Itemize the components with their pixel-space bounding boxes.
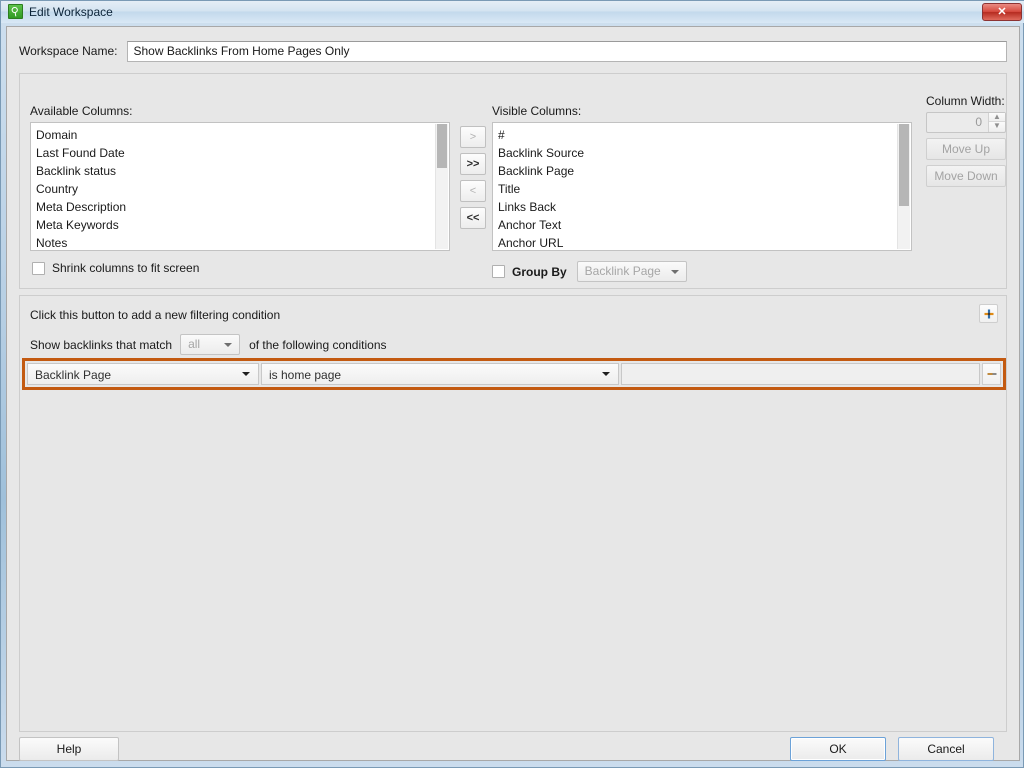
condition-field-value: Backlink Page [35, 368, 112, 382]
edit-workspace-window: ⚲ Edit Workspace ✕ Workspace Name: Avail… [0, 0, 1024, 768]
minus-icon [987, 373, 996, 375]
available-columns-label: Available Columns: [30, 104, 133, 118]
chevron-down-icon [670, 269, 679, 274]
move-right-one-button[interactable]: > [460, 126, 486, 148]
list-item[interactable]: Anchor Text [497, 216, 584, 234]
list-item[interactable]: Meta Keywords [35, 216, 126, 234]
column-width-value: 0 [975, 115, 982, 129]
list-item[interactable]: Title [497, 180, 584, 198]
match-mode-row: Show backlinks that match all of the fol… [30, 334, 387, 355]
add-condition-hint: Click this button to add a new filtering… [30, 308, 281, 322]
match-prefix-label: Show backlinks that match [30, 337, 173, 352]
visible-columns-list[interactable]: # Backlink Source Backlink Page Title Links … [492, 122, 912, 251]
visible-columns-label: Visible Columns: [492, 104, 582, 118]
columns-panel: Available Columns: Visible Columns: Doma… [19, 73, 1007, 289]
match-mode-value: all [188, 337, 201, 351]
group-by-dropdown[interactable]: Backlink Page [576, 261, 687, 282]
window-title: Edit Workspace [29, 4, 113, 19]
move-left-one-button[interactable]: < [460, 180, 486, 202]
titlebar-left-group: ⚲ Edit Workspace [8, 4, 113, 19]
list-item[interactable]: Backlink status [35, 162, 126, 180]
chevron-down-icon [242, 372, 250, 376]
list-item[interactable]: Meta Description [35, 198, 126, 216]
condition-operator-value: is home page [269, 368, 342, 382]
condition-operator-dropdown[interactable]: is home page [261, 363, 619, 385]
shrink-columns-label: Shrink columns to fit screen [52, 261, 200, 275]
match-mode-dropdown[interactable]: all [180, 334, 241, 355]
available-list-scrollbar[interactable] [435, 124, 448, 249]
available-list-scroll-thumb[interactable] [437, 124, 447, 168]
group-by-row: Group By Backlink Page [492, 261, 687, 282]
visible-columns-items: # Backlink Source Backlink Page Title Links … [493, 123, 584, 250]
list-item[interactable]: Backlink Source [497, 144, 584, 162]
move-down-button[interactable]: Move Down [926, 165, 1006, 187]
dialog-body: Workspace Name: Available Columns: Visib… [6, 26, 1020, 761]
list-item[interactable]: Notes [35, 234, 126, 250]
filter-panel: Click this button to add a new filtering… [19, 295, 1007, 732]
add-condition-button[interactable] [979, 304, 998, 323]
list-item[interactable]: # [497, 126, 584, 144]
spin-down-icon[interactable]: ▼ [989, 122, 1005, 131]
match-suffix-label: of the following conditions [249, 337, 387, 352]
plus-icon [984, 309, 993, 318]
window-titlebar: ⚲ Edit Workspace ✕ [1, 1, 1024, 23]
column-width-spin-buttons: ▲ ▼ [988, 113, 1005, 132]
available-columns-list[interactable]: Domain Last Found Date Backlink status Coun… [30, 122, 450, 251]
visible-list-scroll-thumb[interactable] [899, 124, 909, 206]
shrink-columns-checkbox[interactable] [32, 261, 45, 275]
group-by-label: Group By [512, 264, 567, 279]
close-icon[interactable]: ✕ [982, 3, 1022, 21]
list-item[interactable]: Backlink Page [497, 162, 584, 180]
filter-condition-row: Backlink Page is home page [22, 358, 1006, 390]
condition-value-input[interactable] [621, 363, 980, 385]
list-item[interactable]: Links Back [497, 198, 584, 216]
remove-condition-button[interactable] [982, 363, 1001, 385]
column-width-panel: Column Width: 0 ▲ ▼ Move Up Move Down [926, 94, 1006, 187]
list-item[interactable]: Domain [35, 126, 126, 144]
visible-list-scrollbar[interactable] [897, 124, 910, 249]
available-columns-items: Domain Last Found Date Backlink status Coun… [31, 123, 126, 250]
list-item[interactable]: Country [35, 180, 126, 198]
workspace-name-row: Workspace Name: [19, 39, 1007, 63]
list-item[interactable]: Last Found Date [35, 144, 126, 162]
move-left-all-button[interactable]: << [460, 207, 486, 229]
list-item[interactable]: Anchor URL [497, 234, 584, 250]
group-by-checkbox[interactable] [492, 265, 505, 278]
group-by-dropdown-value: Backlink Page [584, 264, 661, 278]
condition-field-dropdown[interactable]: Backlink Page [27, 363, 259, 385]
chevron-down-icon [224, 342, 233, 347]
help-button[interactable]: Help [19, 737, 119, 761]
move-right-all-button[interactable]: >> [460, 153, 486, 175]
move-up-button[interactable]: Move Up [926, 138, 1006, 160]
workspace-name-input[interactable] [127, 40, 1007, 62]
cancel-button[interactable]: Cancel [898, 737, 994, 761]
column-width-stepper[interactable]: 0 ▲ ▼ [926, 112, 1006, 133]
workspace-name-label: Workspace Name: [19, 44, 118, 58]
magnifier-icon: ⚲ [8, 4, 23, 19]
transfer-buttons-group: > >> < << [460, 126, 486, 234]
shrink-columns-row: Shrink columns to fit screen [32, 261, 199, 275]
ok-button[interactable]: OK [790, 737, 886, 761]
column-width-label: Column Width: [926, 94, 1005, 108]
chevron-down-icon [602, 372, 610, 376]
